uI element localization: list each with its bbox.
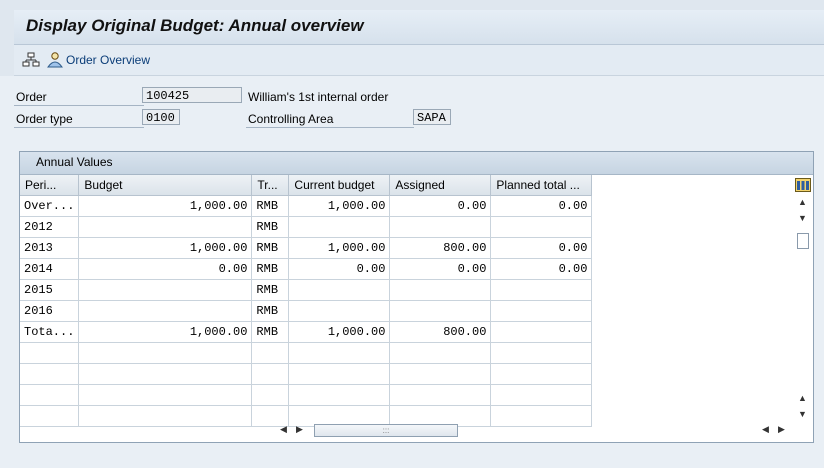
column-header-period[interactable]: Peri... — [20, 175, 80, 196]
order-description: William's 1st internal order — [248, 90, 389, 104]
budget-cell[interactable] — [78, 300, 253, 322]
person-icon — [47, 52, 63, 68]
order-overview-label: Order Overview — [66, 53, 151, 67]
current-budget-cell: 1,000.00 — [288, 237, 391, 259]
table-row[interactable]: Tota... 1,000.00 RMB 1,000.00 800.00 — [20, 321, 593, 343]
column-header-current-budget[interactable]: Current budget — [288, 175, 391, 196]
table-settings-icon[interactable] — [795, 178, 811, 192]
period-cell[interactable]: 2014 — [20, 258, 80, 280]
order-overview-button[interactable]: Order Overview — [46, 51, 150, 69]
assigned-cell: 800.00 — [389, 321, 492, 343]
budget-cell[interactable]: 1,000.00 — [78, 195, 253, 217]
order-label: Order — [16, 90, 47, 104]
planned-total-cell: 0.00 — [490, 258, 593, 280]
column-header-planned-total[interactable]: Planned total ... — [490, 175, 593, 196]
page-title: Display Original Budget: Annual overview — [26, 16, 364, 35]
current-budget-cell — [288, 279, 391, 301]
budget-cell[interactable]: 1,000.00 — [78, 321, 253, 343]
column-header-assigned[interactable]: Assigned — [389, 175, 492, 196]
budget-cell[interactable] — [78, 216, 253, 238]
currency-cell: RMB — [251, 321, 290, 343]
scroll-left-arrow-end-icon[interactable]: ◀ — [762, 424, 769, 435]
planned-total-cell — [490, 279, 593, 301]
period-cell[interactable]: Over... — [20, 195, 80, 217]
column-header-transaction-currency[interactable]: Tr... — [251, 175, 290, 196]
budget-cell[interactable] — [78, 279, 253, 301]
table-row[interactable]: 2016 RMB — [20, 300, 593, 322]
controlling-area-underline — [246, 127, 414, 128]
order-label-underline — [14, 105, 144, 106]
table-row[interactable]: 2015 RMB — [20, 279, 593, 301]
annual-values-table: Peri... Budget Tr... Current budget Assi… — [20, 175, 593, 427]
currency-cell: RMB — [251, 279, 290, 301]
currency-cell: RMB — [251, 195, 290, 217]
current-budget-cell — [288, 216, 391, 238]
order-type-label: Order type — [16, 112, 73, 126]
assigned-cell: 0.00 — [389, 258, 492, 280]
planned-total-cell — [490, 216, 593, 238]
budget-cell[interactable]: 1,000.00 — [78, 237, 253, 259]
table-row[interactable]: Over... 1,000.00 RMB 1,000.00 0.00 0.00 — [20, 195, 593, 217]
vertical-scrollbar[interactable]: ▲ ▼ ▲ ▼ — [795, 197, 811, 425]
scroll-left-arrow-icon[interactable]: ◀ — [280, 424, 287, 435]
assigned-cell: 0.00 — [389, 195, 492, 217]
horizontal-scroll-thumb[interactable]: ::: — [314, 424, 458, 437]
scroll-down-arrow-bottom-icon[interactable]: ▼ — [798, 409, 807, 419]
table-row[interactable] — [20, 363, 593, 385]
currency-cell: RMB — [251, 300, 290, 322]
vertical-scroll-thumb[interactable] — [797, 233, 809, 249]
current-budget-cell: 1,000.00 — [288, 321, 391, 343]
scroll-right-arrow-end-icon[interactable]: ▶ — [778, 424, 785, 435]
table-row[interactable]: 2013 1,000.00 RMB 1,000.00 800.00 0.00 — [20, 237, 593, 259]
assigned-cell — [389, 300, 492, 322]
scroll-up-arrow-icon[interactable]: ▲ — [798, 197, 807, 207]
annual-values-panel: Annual Values Peri... Budget Tr... Curre… — [19, 151, 814, 443]
scroll-up-arrow-bottom-icon[interactable]: ▲ — [798, 393, 807, 403]
planned-total-cell: 0.00 — [490, 195, 593, 217]
period-cell[interactable]: 2015 — [20, 279, 80, 301]
current-budget-cell: 1,000.00 — [288, 195, 391, 217]
table-row[interactable]: 2012 RMB — [20, 216, 593, 238]
hierarchy-icon[interactable] — [22, 51, 40, 69]
period-cell[interactable]: 2016 — [20, 300, 80, 322]
controlling-area-label: Controlling Area — [248, 112, 334, 126]
period-cell[interactable]: 2012 — [20, 216, 80, 238]
table-row[interactable]: 2014 0.00 RMB 0.00 0.00 0.00 — [20, 258, 593, 280]
currency-cell: RMB — [251, 237, 290, 259]
planned-total-cell — [490, 321, 593, 343]
horizontal-scrollbar[interactable]: ◀ ▶ ::: ◀ ▶ — [276, 422, 796, 440]
current-budget-cell: 0.00 — [288, 258, 391, 280]
table-row[interactable] — [20, 384, 593, 406]
annual-values-header: Annual Values — [20, 152, 813, 175]
column-header-budget[interactable]: Budget — [78, 175, 253, 196]
table-row[interactable] — [20, 342, 593, 364]
period-cell[interactable]: 2013 — [20, 237, 80, 259]
scroll-right-arrow-icon[interactable]: ▶ — [296, 424, 303, 435]
assigned-cell — [389, 216, 492, 238]
application-toolbar: Order Overview — [14, 45, 824, 76]
current-budget-cell — [288, 300, 391, 322]
period-cell[interactable]: Tota... — [20, 321, 80, 343]
budget-cell[interactable]: 0.00 — [78, 258, 253, 280]
controlling-area-field[interactable]: SAPA — [413, 109, 451, 125]
scroll-down-arrow-icon[interactable]: ▼ — [798, 213, 807, 223]
order-type-underline — [14, 127, 144, 128]
currency-cell: RMB — [251, 216, 290, 238]
assigned-cell — [389, 279, 492, 301]
title-bar: Display Original Budget: Annual overview — [14, 10, 824, 45]
annual-values-title: Annual Values — [36, 155, 113, 169]
assigned-cell: 800.00 — [389, 237, 492, 259]
planned-total-cell: 0.00 — [490, 237, 593, 259]
currency-cell: RMB — [251, 258, 290, 280]
order-type-field[interactable]: 0100 — [142, 109, 180, 125]
order-field[interactable]: 100425 — [142, 87, 242, 103]
planned-total-cell — [490, 300, 593, 322]
